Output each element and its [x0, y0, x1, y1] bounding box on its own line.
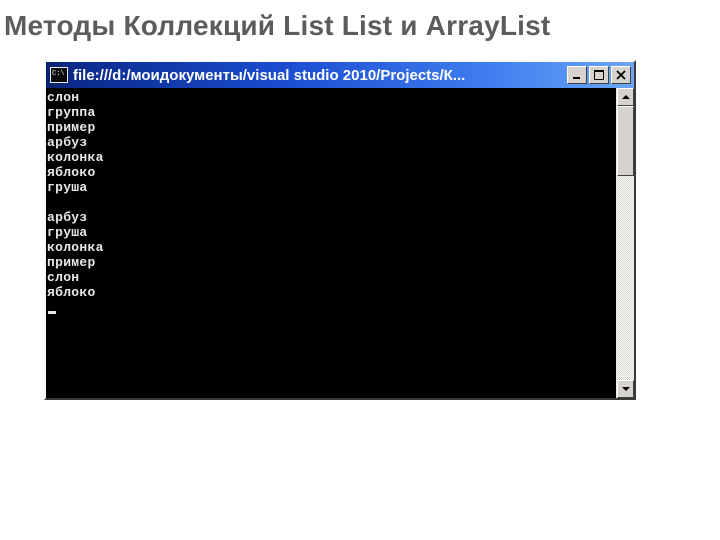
slide-title: Методы Коллекций List List и ArrayList [0, 0, 720, 60]
scroll-down-button[interactable] [617, 380, 634, 398]
output-blank [47, 195, 616, 210]
maximize-icon [594, 70, 604, 80]
vertical-scrollbar[interactable] [616, 88, 634, 398]
chevron-up-icon [622, 93, 630, 101]
chevron-down-icon [622, 385, 630, 393]
console-icon [50, 67, 68, 83]
cursor-line [47, 300, 616, 315]
console-body: слон группа пример арбуз колонка яблоко … [46, 88, 634, 398]
output-line: груша [47, 225, 616, 240]
output-line: яблоко [47, 165, 616, 180]
output-line: слон [47, 90, 616, 105]
minimize-icon [572, 70, 582, 80]
console-window: file:///d:/моидокументы/visual studio 20… [44, 60, 636, 400]
output-line: группа [47, 105, 616, 120]
output-line: пример [47, 255, 616, 270]
output-line: арбуз [47, 135, 616, 150]
output-line: груша [47, 180, 616, 195]
minimize-button[interactable] [567, 66, 587, 84]
output-line: колонка [47, 240, 616, 255]
scroll-track[interactable] [617, 106, 634, 380]
output-line: яблоко [47, 285, 616, 300]
console-output: слон группа пример арбуз колонка яблоко … [46, 88, 616, 398]
output-line: пример [47, 120, 616, 135]
scroll-up-button[interactable] [617, 88, 634, 106]
window-title: file:///d:/моидокументы/visual studio 20… [73, 67, 567, 84]
cursor [48, 311, 56, 314]
output-line: арбуз [47, 210, 616, 225]
output-line: колонка [47, 150, 616, 165]
close-button[interactable] [611, 66, 631, 84]
scroll-thumb[interactable] [617, 106, 634, 176]
close-icon [616, 70, 626, 80]
titlebar[interactable]: file:///d:/моидокументы/visual studio 20… [46, 62, 634, 88]
output-line: слон [47, 270, 616, 285]
maximize-button[interactable] [589, 66, 609, 84]
window-controls [567, 66, 631, 84]
